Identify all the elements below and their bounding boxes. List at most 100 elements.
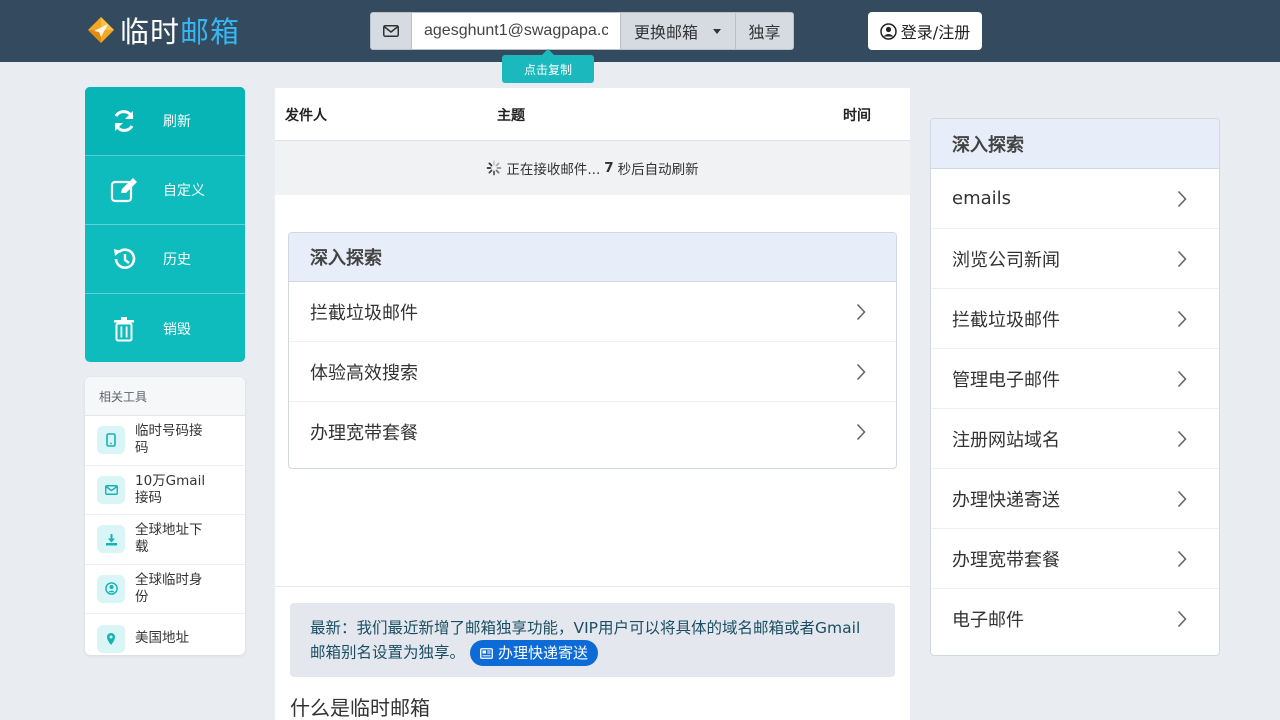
related-tools-panel: 相关工具 临时号码接码 10万Gmail接码 全球地址下载 全球临时身份 美国地… <box>85 377 245 655</box>
notice-link-label: 办理快递寄送 <box>497 644 588 662</box>
chevron-right-icon <box>856 423 866 441</box>
refresh-icon <box>114 110 134 132</box>
refresh-label: 刷新 <box>163 114 191 130</box>
inbox-table-header: 发件人 主题 时间 <box>275 88 910 141</box>
explore-item[interactable]: emails <box>931 169 1219 229</box>
explore-item-label: 办理宽带套餐 <box>310 423 418 444</box>
login-register-button[interactable]: 登录/注册 <box>868 12 982 50</box>
explore-item[interactable]: 拦截垃圾邮件 <box>931 289 1219 349</box>
caret-down-icon <box>713 29 721 34</box>
explore-item-label: 拦截垃圾邮件 <box>952 309 1060 331</box>
switch-mailbox-dropdown[interactable]: 更换邮箱 <box>621 12 736 50</box>
destroy-label: 销毁 <box>163 321 191 338</box>
logo-icon <box>88 17 114 43</box>
explore-item-label: 体验高效搜索 <box>310 362 418 384</box>
tool-label: 10万Gmail接码 <box>135 472 206 506</box>
user-circle-icon <box>104 582 118 596</box>
explore-item-label: 办理宽带套餐 <box>952 549 1060 571</box>
explore-item-label: 拦截垃圾邮件 <box>310 302 418 324</box>
customize-label: 自定义 <box>163 183 205 199</box>
exclusive-label: 独享 <box>748 23 781 42</box>
column-sender: 发件人 <box>285 108 327 124</box>
spinner-icon <box>486 160 502 176</box>
download-icon <box>105 533 117 546</box>
explore-item[interactable]: 办理宽带套餐 <box>931 529 1219 589</box>
login-label: 登录/注册 <box>900 23 971 42</box>
history-icon <box>114 248 136 269</box>
envelope-icon <box>370 12 412 50</box>
edit-icon <box>110 178 137 203</box>
email-address-field[interactable] <box>412 12 621 50</box>
envelope-icon <box>104 484 118 495</box>
explore-item-label: 办理快递寄送 <box>952 489 1060 511</box>
newspaper-icon <box>480 647 493 659</box>
explore-item[interactable]: 体验高效搜索 <box>289 342 896 402</box>
chevron-right-icon <box>1177 250 1187 267</box>
chevron-right-icon <box>856 363 866 380</box>
customize-button[interactable]: 自定义 <box>85 156 245 225</box>
explore-item[interactable]: 拦截垃圾邮件 <box>289 282 896 342</box>
chevron-right-icon <box>1177 430 1187 447</box>
section-heading: 什么是临时邮箱 <box>290 696 430 720</box>
tool-temp-phone[interactable]: 临时号码接码 <box>85 416 245 466</box>
tool-label: 全球地址下载 <box>135 522 203 556</box>
explore-item-label: 电子邮件 <box>952 610 1024 631</box>
explore-item-label: emails <box>952 188 1012 209</box>
logo-text-accent: 邮箱 <box>180 15 241 49</box>
column-time: 时间 <box>843 108 871 124</box>
refresh-button[interactable]: 刷新 <box>85 87 245 156</box>
explore-item[interactable]: 浏览公司新闻 <box>931 229 1219 289</box>
tool-label: 美国地址 <box>135 630 189 647</box>
explore-item-label: 注册网站域名 <box>952 429 1060 451</box>
phone-icon <box>106 433 116 448</box>
explore-item[interactable]: 办理宽带套餐 <box>289 402 896 462</box>
copy-tooltip[interactable]: 点击复制 <box>502 49 594 83</box>
chevron-right-icon <box>1177 610 1187 628</box>
logo-text-primary: 临时 <box>120 15 181 49</box>
chevron-right-icon <box>1177 490 1187 507</box>
chevron-right-icon <box>1177 190 1187 207</box>
tool-us-address[interactable]: 美国地址 <box>85 614 245 655</box>
site-logo[interactable]: 临时 邮箱 <box>86 12 241 49</box>
explore-panel-middle: 深入探索 拦截垃圾邮件 体验高效搜索 办理宽带套餐 <box>288 232 897 469</box>
section-divider <box>275 586 910 587</box>
tool-gmail[interactable]: 10万Gmail接码 <box>85 466 245 515</box>
top-bar: 临时邮箱 更换邮箱 独享 登录/注册 <box>0 0 1280 62</box>
related-tools-title: 相关工具 <box>85 377 245 416</box>
explore-item[interactable]: 电子邮件 <box>931 589 1219 649</box>
destroy-button[interactable]: 销毁 <box>85 294 245 362</box>
tool-address-download[interactable]: 全球地址下载 <box>85 515 245 565</box>
column-subject: 主题 <box>497 108 525 124</box>
switch-mailbox-label: 更换邮箱 <box>634 23 699 42</box>
notice-link-button[interactable]: 办理快递寄送 <box>469 640 598 666</box>
history-label: 历史 <box>163 252 191 268</box>
tool-label: 全球临时身份 <box>135 571 203 605</box>
inbox-panel: 发件人 主题 时间 正在接收邮件... 7 秒后自动刷新 深入探索 拦截垃圾邮件… <box>275 88 910 720</box>
user-circle-icon <box>880 22 897 40</box>
loading-status: 正在接收邮件... 7 秒后自动刷新 <box>275 141 910 195</box>
countdown-seconds: 7 <box>604 160 614 176</box>
explore-item[interactable]: 管理电子邮件 <box>931 349 1219 409</box>
explore-panel-right: 深入探索 emails 浏览公司新闻 拦截垃圾邮件 管理电子邮件 注册网站域名 … <box>930 118 1220 656</box>
explore-item[interactable]: 注册网站域名 <box>931 409 1219 469</box>
chevron-right-icon <box>856 303 866 320</box>
explore-title: 深入探索 <box>289 233 896 282</box>
exclusive-button[interactable]: 独享 <box>736 12 794 50</box>
loading-text-suffix: 秒后自动刷新 <box>617 162 699 178</box>
explore-item-label: 浏览公司新闻 <box>952 249 1060 271</box>
news-notice: 最新：我们最近新增了邮箱独享功能，VIP用户可以将具体的域名邮箱或者Gmail邮… <box>290 603 895 677</box>
explore-item[interactable]: 办理快递寄送 <box>931 469 1219 529</box>
explore-item-label: 管理电子邮件 <box>952 369 1060 391</box>
history-button[interactable]: 历史 <box>85 225 245 294</box>
address-group: 更换邮箱 独享 <box>370 12 794 50</box>
explore-title: 深入探索 <box>931 119 1219 169</box>
tool-temp-identity[interactable]: 全球临时身份 <box>85 565 245 614</box>
tool-label: 临时号码接码 <box>135 423 203 457</box>
chevron-right-icon <box>1177 310 1187 327</box>
chevron-right-icon <box>1177 370 1187 387</box>
map-pin-icon <box>107 632 115 645</box>
mailbox-actions: 刷新 自定义 历史 销毁 <box>85 87 245 362</box>
chevron-right-icon <box>1177 550 1187 567</box>
copy-tip-label: 点击复制 <box>523 62 572 77</box>
trash-icon <box>114 316 134 341</box>
